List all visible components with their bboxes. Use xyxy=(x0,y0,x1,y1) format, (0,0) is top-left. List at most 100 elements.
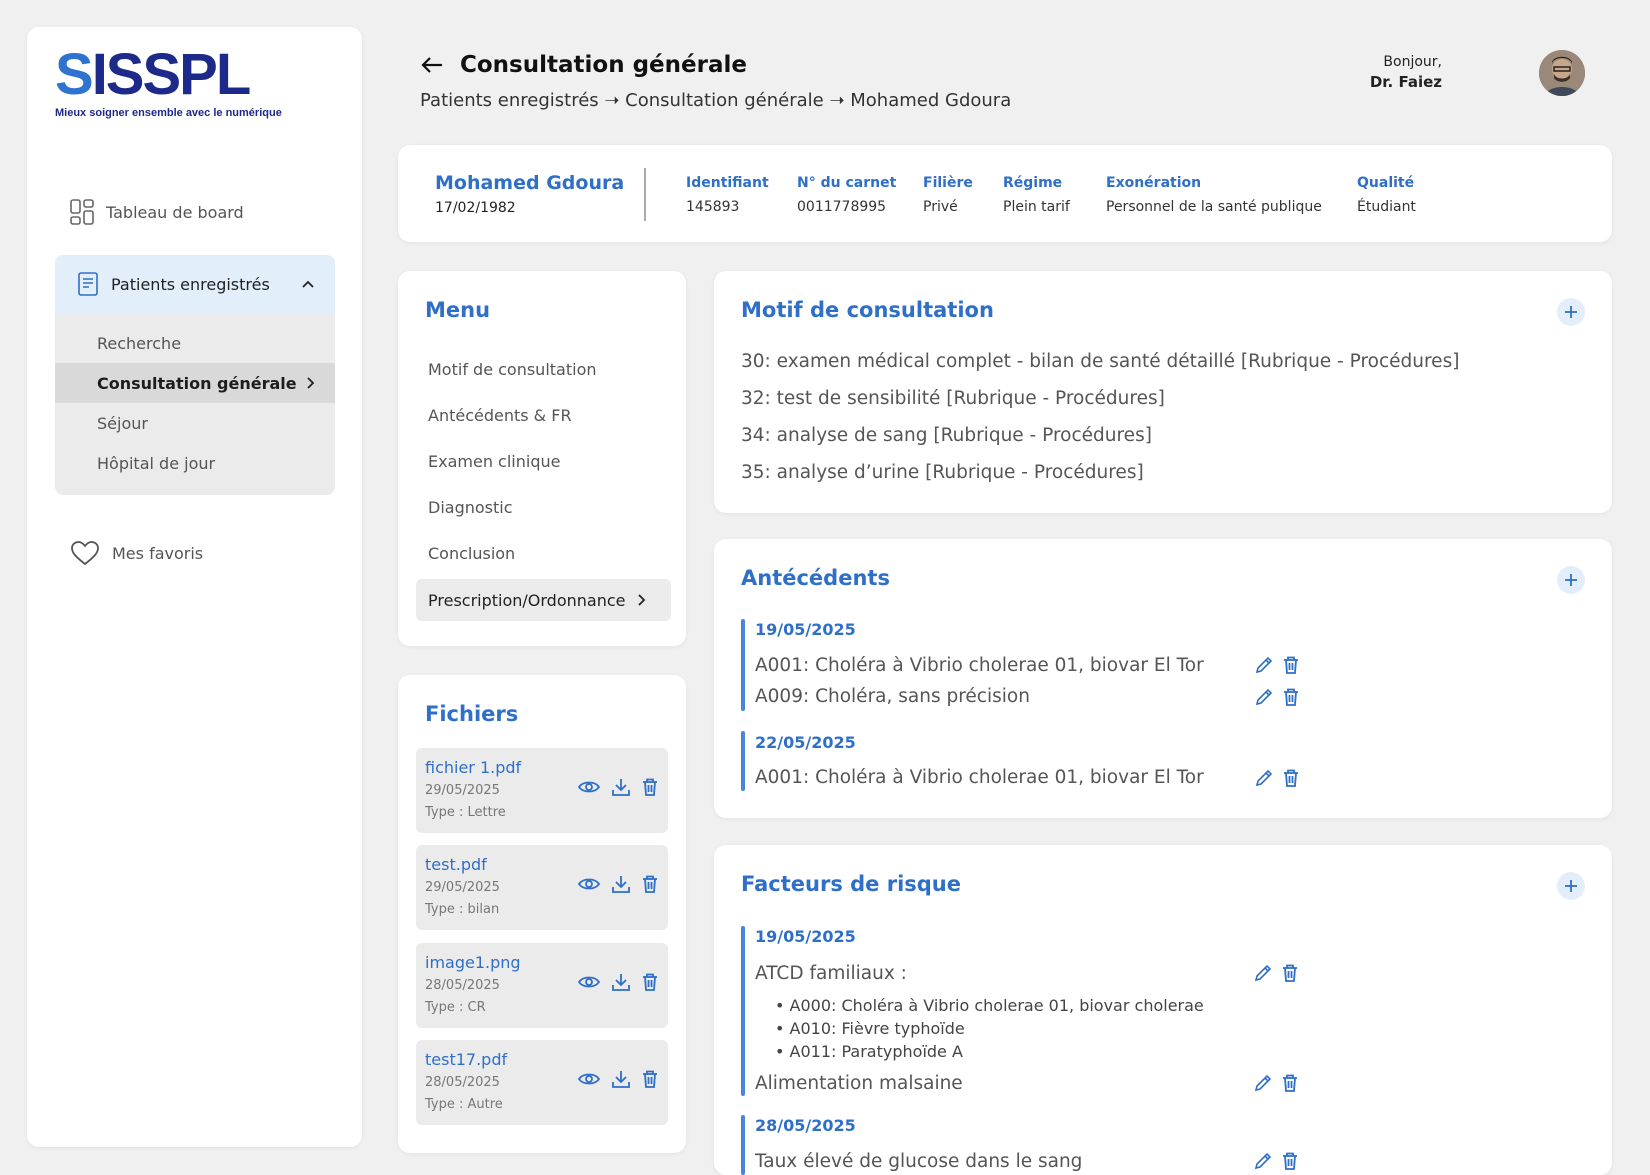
entry-actions xyxy=(1254,1074,1298,1092)
menu-title: Menu xyxy=(425,298,491,322)
trash-icon[interactable] xyxy=(1282,1152,1298,1170)
edit-icon[interactable] xyxy=(1254,1152,1272,1170)
field-label: Régime xyxy=(1003,175,1063,191)
eye-icon[interactable] xyxy=(578,877,600,891)
group-bar xyxy=(741,926,745,1096)
sidebar-subitem-sejour[interactable]: Séjour xyxy=(55,403,335,443)
files-title: Fichiers xyxy=(425,702,519,726)
logo-letter-s: S xyxy=(55,42,94,107)
field-label: Identifiant xyxy=(686,175,769,191)
menu-item-antecedents[interactable]: Antécédents & FR xyxy=(428,406,572,425)
file-type: Type : CR xyxy=(425,1000,486,1015)
sidebar-subitem-hopital-de-jour[interactable]: Hôpital de jour xyxy=(55,443,335,483)
menu-item-motif[interactable]: Motif de consultation xyxy=(428,360,597,379)
menu-item-diagnostic[interactable]: Diagnostic xyxy=(428,498,513,517)
add-risk-button[interactable] xyxy=(1557,872,1585,900)
entry-actions xyxy=(1255,656,1299,674)
risk-bullet: • A000: Choléra à Vibrio cholerae 01, bi… xyxy=(775,996,1204,1015)
sidebar-item-favorites[interactable]: Mes favoris xyxy=(70,540,203,566)
risk-entry: ATCD familiaux : xyxy=(755,963,907,984)
plus-icon xyxy=(1564,879,1578,893)
chevron-up-icon[interactable] xyxy=(301,279,315,289)
eye-icon[interactable] xyxy=(578,975,600,989)
group-bar xyxy=(741,731,745,791)
trash-icon[interactable] xyxy=(642,973,658,991)
patient-name: Mohamed Gdoura xyxy=(435,172,625,194)
avatar[interactable] xyxy=(1539,50,1585,96)
eye-icon[interactable] xyxy=(578,1072,600,1086)
edit-icon[interactable] xyxy=(1254,1074,1272,1092)
download-icon[interactable] xyxy=(612,973,630,991)
motif-title: Motif de consultation xyxy=(741,298,994,322)
breadcrumb: Patients enregistrés ➝ Consultation géné… xyxy=(420,90,1012,111)
menu-item-prescription[interactable]: Prescription/Ordonnance xyxy=(416,579,671,621)
patient-field-filiere: Filière Privé xyxy=(923,175,973,215)
antecedent-entry: A001: Choléra à Vibrio cholerae 01, biov… xyxy=(755,767,1204,788)
file-item[interactable]: fichier 1.pdf 29/05/2025 Type : Lettre xyxy=(416,748,668,833)
field-value: 0011778995 xyxy=(797,199,887,215)
page-header: Consultation générale xyxy=(420,52,747,78)
add-antecedent-button[interactable] xyxy=(1557,566,1585,594)
file-name[interactable]: image1.png xyxy=(425,953,521,972)
file-item[interactable]: test17.pdf 28/05/2025 Type : Autre xyxy=(416,1040,668,1125)
file-name[interactable]: test17.pdf xyxy=(425,1050,507,1069)
trash-icon[interactable] xyxy=(1282,964,1298,982)
trash-icon[interactable] xyxy=(642,875,658,893)
file-actions xyxy=(578,778,658,796)
field-value: Étudiant xyxy=(1357,199,1416,215)
sidebar-item-dashboard[interactable]: Tableau de board xyxy=(70,199,244,225)
trash-icon[interactable] xyxy=(1283,769,1299,787)
edit-icon[interactable] xyxy=(1255,769,1273,787)
trash-icon[interactable] xyxy=(1282,1074,1298,1092)
brand-logo[interactable]: SISSPL Mieux soigner ensemble avec le nu… xyxy=(55,45,285,120)
field-label: Filière xyxy=(923,175,973,191)
entry-actions xyxy=(1254,964,1298,982)
trash-icon[interactable] xyxy=(642,1070,658,1088)
download-icon[interactable] xyxy=(612,1070,630,1088)
file-item[interactable]: image1.png 28/05/2025 Type : CR xyxy=(416,943,668,1028)
download-icon[interactable] xyxy=(612,778,630,796)
field-value: Personnel de la santé publique xyxy=(1106,199,1322,215)
trash-icon[interactable] xyxy=(642,778,658,796)
antecedent-entry: A001: Choléra à Vibrio cholerae 01, biov… xyxy=(755,655,1204,676)
group-date: 22/05/2025 xyxy=(755,733,856,752)
sidebar-subitem-recherche[interactable]: Recherche xyxy=(55,323,335,363)
risk-bullet: • A011: Paratyphoïde A xyxy=(775,1042,963,1061)
menu-item-examen[interactable]: Examen clinique xyxy=(428,452,560,471)
file-name[interactable]: fichier 1.pdf xyxy=(425,758,521,777)
edit-icon[interactable] xyxy=(1254,964,1272,982)
sidebar-subitem-consultation[interactable]: Consultation générale xyxy=(55,363,335,403)
sidebar-item-patients[interactable]: Patients enregistrés xyxy=(55,255,335,313)
field-value: Privé xyxy=(923,199,958,215)
logo-wordmark: SISSPL xyxy=(55,45,285,105)
plus-icon xyxy=(1564,573,1578,587)
dashboard-icon xyxy=(70,199,94,225)
file-item[interactable]: test.pdf 29/05/2025 Type : bilan xyxy=(416,845,668,930)
edit-icon[interactable] xyxy=(1255,656,1273,674)
arrow-left-icon[interactable] xyxy=(420,56,444,74)
sidebar-item-label: Mes favoris xyxy=(112,543,204,563)
patient-field-qualite: Qualité Étudiant xyxy=(1357,175,1416,215)
field-label: Exonération xyxy=(1106,175,1202,191)
risk-entry: Alimentation malsaine xyxy=(755,1073,963,1094)
menu-item-conclusion[interactable]: Conclusion xyxy=(428,544,515,563)
group-date: 19/05/2025 xyxy=(755,620,856,639)
download-icon[interactable] xyxy=(612,875,630,893)
file-actions xyxy=(578,973,658,991)
motif-line: 35: analyse d’urine [Rubrique - Procédur… xyxy=(741,462,1144,483)
chevron-right-icon xyxy=(636,593,646,607)
file-name[interactable]: test.pdf xyxy=(425,855,487,874)
patient-dob: 17/02/1982 xyxy=(435,200,516,216)
add-motif-button[interactable] xyxy=(1557,298,1585,326)
eye-icon[interactable] xyxy=(578,780,600,794)
trash-icon[interactable] xyxy=(1283,656,1299,674)
page-title: Consultation générale xyxy=(460,52,747,78)
edit-icon[interactable] xyxy=(1255,688,1273,706)
sidebar-subitem-label: Consultation générale xyxy=(97,373,297,393)
risk-title: Facteurs de risque xyxy=(741,872,961,896)
group-bar xyxy=(741,619,745,711)
trash-icon[interactable] xyxy=(1283,688,1299,706)
patient-field-exoneration: Exonération Personnel de la santé publiqu… xyxy=(1106,175,1322,215)
user-name: Dr. Faiez xyxy=(1369,73,1442,91)
motif-line: 30: examen médical complet - bilan de sa… xyxy=(741,351,1460,372)
